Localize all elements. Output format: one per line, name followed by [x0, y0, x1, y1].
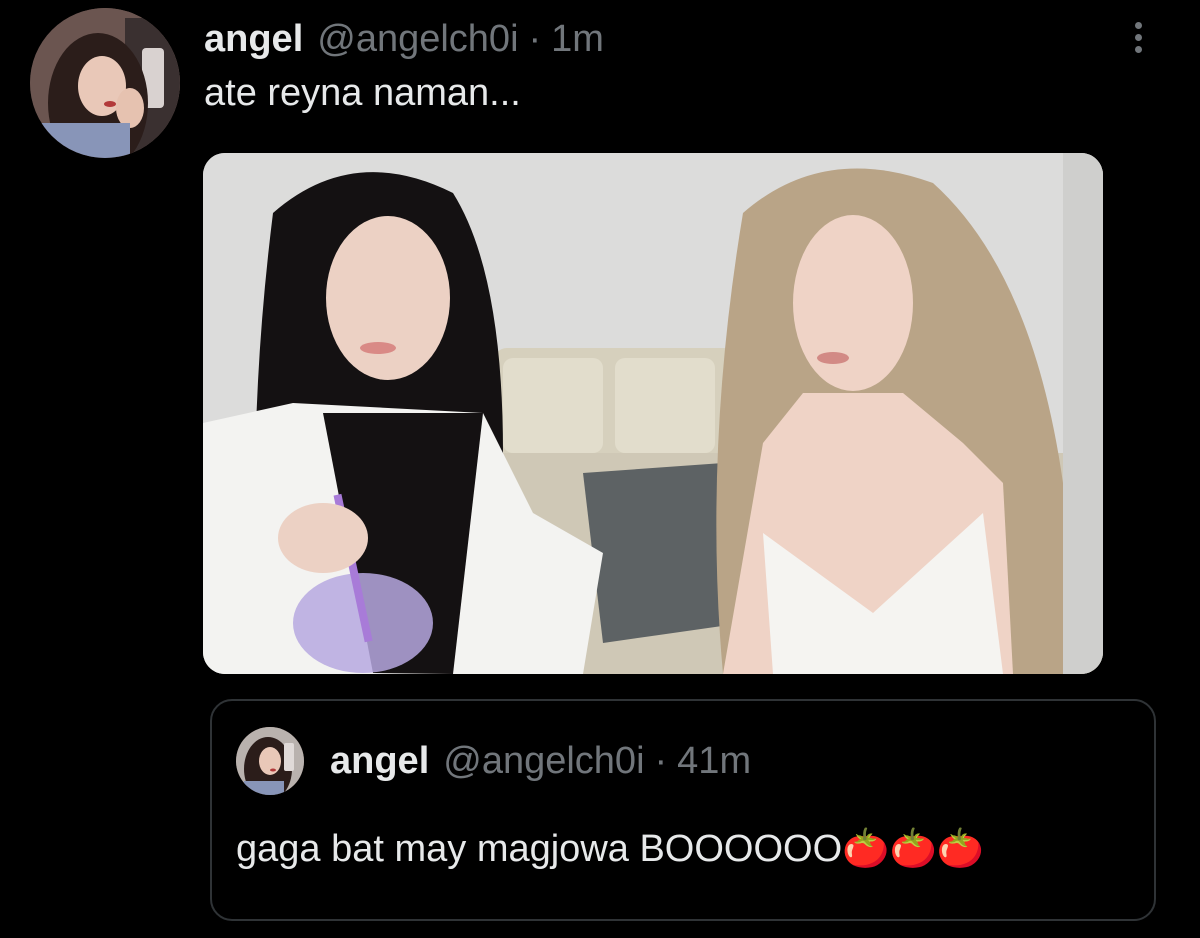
more-dot: [1134, 33, 1142, 41]
tweet-timestamp[interactable]: 1m: [551, 18, 604, 61]
avatar[interactable]: [30, 8, 180, 158]
author-handle[interactable]: @angelch0i: [317, 18, 518, 61]
tweet-header: angel @angelch0i · 1m: [204, 14, 604, 64]
author-display-name[interactable]: angel: [204, 18, 303, 61]
more-dot: [1134, 21, 1142, 29]
separator-dot: ·: [654, 739, 668, 782]
tweet-media-image[interactable]: [203, 153, 1103, 674]
quoted-author-handle: @angelch0i: [443, 739, 645, 782]
quoted-tweet-header: angel @angelch0i · 41m: [330, 737, 751, 785]
more-dot: [1134, 45, 1142, 53]
more-options-icon[interactable]: [1120, 14, 1156, 60]
quoted-avatar[interactable]: [236, 727, 304, 795]
quoted-tweet-text: gaga bat may magjowa BOOOOOO🍅🍅🍅: [236, 828, 985, 870]
tweet-text: ate reyna naman...: [204, 72, 521, 114]
quoted-tweet-card[interactable]: angel @angelch0i · 41m gaga bat may magj…: [210, 699, 1156, 921]
quoted-timestamp: 41m: [677, 739, 752, 782]
quoted-author-display-name: angel: [330, 739, 430, 782]
separator-dot: ·: [528, 17, 542, 60]
